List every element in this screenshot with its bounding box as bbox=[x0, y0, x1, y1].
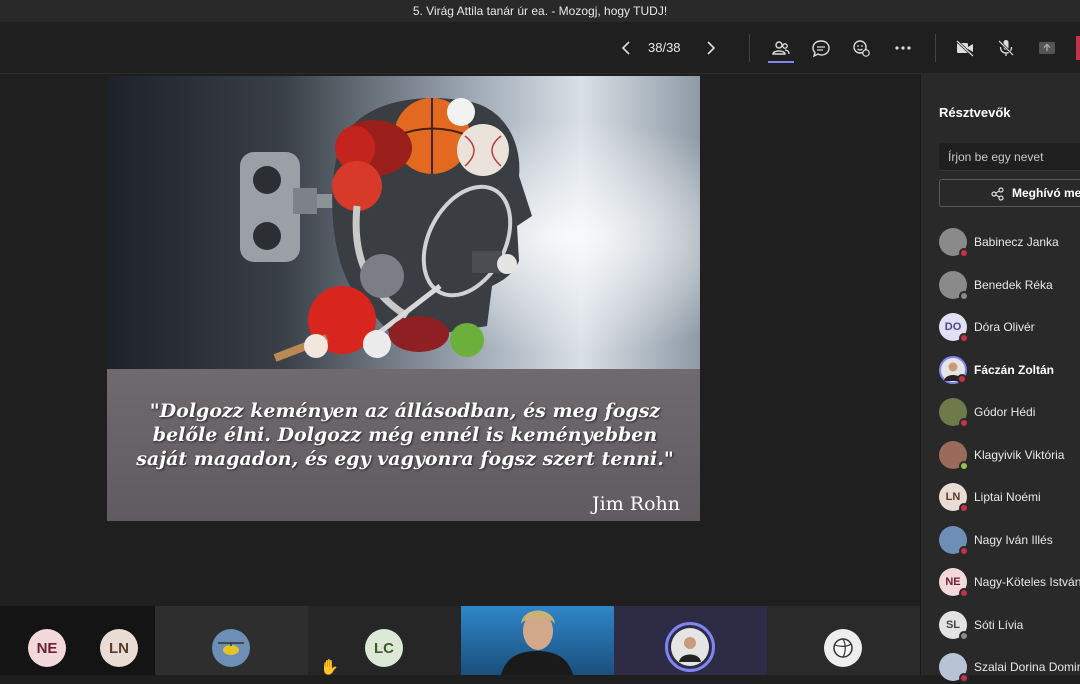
participant-item[interactable]: Szalai Dorina Domin bbox=[939, 650, 1080, 684]
avatar: SL bbox=[939, 611, 969, 641]
presence-status-icon bbox=[959, 248, 969, 258]
leave-button[interactable] bbox=[1076, 36, 1080, 60]
video-gallery: NE LN ✋ LC bbox=[0, 606, 920, 676]
chevron-right-icon[interactable] bbox=[694, 32, 726, 64]
participant-item[interactable]: SL Sóti Lívia bbox=[939, 608, 1080, 642]
avatar bbox=[939, 653, 969, 683]
avatar: DO bbox=[939, 313, 969, 343]
window-title-bar: 5. Virág Attila tanár úr ea. - Mozogj, h… bbox=[0, 0, 1080, 22]
presence-status-icon bbox=[959, 418, 969, 428]
participant-name: Klagyivik Viktória bbox=[974, 448, 1065, 462]
participant-item[interactable]: DO Dóra Olivér bbox=[939, 310, 1080, 344]
participant-name: Babinecz Janka bbox=[974, 235, 1059, 249]
participants-panel: Résztvevők Meghívó me Babinecz Janka Ben… bbox=[920, 74, 1080, 683]
avatar bbox=[939, 526, 969, 556]
volleyball-avatar-icon bbox=[833, 638, 853, 658]
participant-name: Nagy-Köteles István bbox=[974, 575, 1080, 589]
participant-item[interactable]: Gódor Hédi bbox=[939, 395, 1080, 429]
avatar bbox=[212, 629, 250, 667]
participant-name: Sóti Lívia bbox=[974, 618, 1024, 632]
avatar: LC bbox=[365, 629, 403, 667]
window-title: 5. Virág Attila tanár úr ea. - Mozogj, h… bbox=[412, 4, 668, 18]
gallery-tile[interactable]: NE bbox=[0, 606, 78, 675]
chevron-left-icon[interactable] bbox=[611, 32, 643, 64]
gallery-tile[interactable] bbox=[155, 606, 308, 675]
avatar bbox=[939, 356, 967, 384]
participant-item[interactable]: LN Liptai Noémi bbox=[939, 480, 1080, 514]
participant-name: Liptai Noémi bbox=[974, 490, 1041, 504]
slide-page-count: 38/38 bbox=[648, 40, 681, 55]
participant-name: Szalai Dorina Domin bbox=[974, 660, 1080, 674]
raised-hand-icon: ✋ bbox=[320, 659, 339, 676]
avatar bbox=[939, 441, 969, 471]
shared-content-stage: "Dolgozz keményen az állásodban, és meg … bbox=[0, 74, 920, 606]
meeting-toolbar: 38/38 bbox=[0, 22, 1080, 74]
slide-quote-author: Jim Rohn bbox=[592, 493, 680, 515]
presence-status-icon bbox=[959, 631, 969, 641]
gallery-tile[interactable] bbox=[767, 606, 920, 675]
participant-item[interactable]: Klagyivik Viktória bbox=[939, 438, 1080, 472]
more-icon[interactable] bbox=[887, 32, 919, 64]
avatar: LN bbox=[939, 483, 969, 513]
participant-search-input[interactable] bbox=[939, 143, 1080, 171]
toolbar-divider bbox=[749, 34, 750, 62]
presence-status-icon bbox=[959, 503, 969, 513]
camera-off-icon[interactable] bbox=[949, 32, 981, 64]
participant-name: Benedek Réka bbox=[974, 278, 1053, 292]
presence-status-icon bbox=[959, 291, 969, 301]
participant-item[interactable]: Fáczán Zoltán bbox=[939, 353, 1080, 387]
share-link-icon bbox=[991, 187, 1004, 201]
chat-icon[interactable] bbox=[805, 32, 837, 64]
participant-item[interactable]: Benedek Réka bbox=[939, 268, 1080, 302]
gallery-tile[interactable] bbox=[614, 606, 767, 675]
presence-status-icon bbox=[959, 333, 969, 343]
helicopter-avatar-icon bbox=[218, 642, 244, 655]
participant-name: Fáczán Zoltán bbox=[974, 363, 1055, 377]
mic-off-icon[interactable] bbox=[990, 32, 1022, 64]
participant-name: Dóra Olivér bbox=[974, 320, 1035, 334]
presence-status-icon bbox=[959, 461, 969, 471]
gallery-tile[interactable]: ✋ LC bbox=[308, 606, 461, 676]
participant-video bbox=[501, 610, 573, 675]
avatar bbox=[824, 629, 862, 667]
participant-item[interactable]: NE Nagy-Köteles István bbox=[939, 565, 1080, 599]
active-tab-indicator bbox=[768, 61, 794, 63]
gallery-tile-video[interactable] bbox=[461, 606, 614, 675]
participant-name: Nagy Iván Illés bbox=[974, 533, 1053, 547]
avatar: NE bbox=[28, 629, 66, 667]
avatar: NE bbox=[939, 568, 969, 598]
participant-item[interactable]: Babinecz Janka bbox=[939, 225, 1080, 259]
panel-title: Résztvevők bbox=[939, 105, 1011, 120]
avatar bbox=[939, 398, 969, 428]
avatar bbox=[939, 228, 969, 258]
presence-status-icon bbox=[959, 588, 969, 598]
avatar: LN bbox=[100, 629, 138, 667]
slide-quote: "Dolgozz keményen az állásodban, és meg … bbox=[136, 400, 674, 470]
share-icon[interactable] bbox=[1031, 32, 1063, 64]
avatar bbox=[671, 628, 709, 666]
participant-name: Gódor Hédi bbox=[974, 405, 1036, 419]
participant-item[interactable]: Nagy Iván Illés bbox=[939, 523, 1080, 557]
reactions-icon[interactable] bbox=[845, 32, 877, 64]
invite-button[interactable]: Meghívó me bbox=[939, 179, 1080, 207]
people-icon[interactable] bbox=[765, 32, 797, 64]
presence-status-icon bbox=[959, 546, 969, 556]
presence-status-icon bbox=[957, 374, 967, 384]
toolbar-divider bbox=[935, 34, 936, 62]
presentation-slide: "Dolgozz keményen az állásodban, és meg … bbox=[107, 76, 700, 521]
gallery-tile[interactable]: LN bbox=[78, 606, 155, 675]
slide-quote-area: "Dolgozz keményen az állásodban, és meg … bbox=[107, 369, 700, 521]
avatar bbox=[939, 271, 969, 301]
sports-head-illustration bbox=[107, 76, 700, 369]
invite-button-label: Meghívó me bbox=[1012, 186, 1080, 200]
